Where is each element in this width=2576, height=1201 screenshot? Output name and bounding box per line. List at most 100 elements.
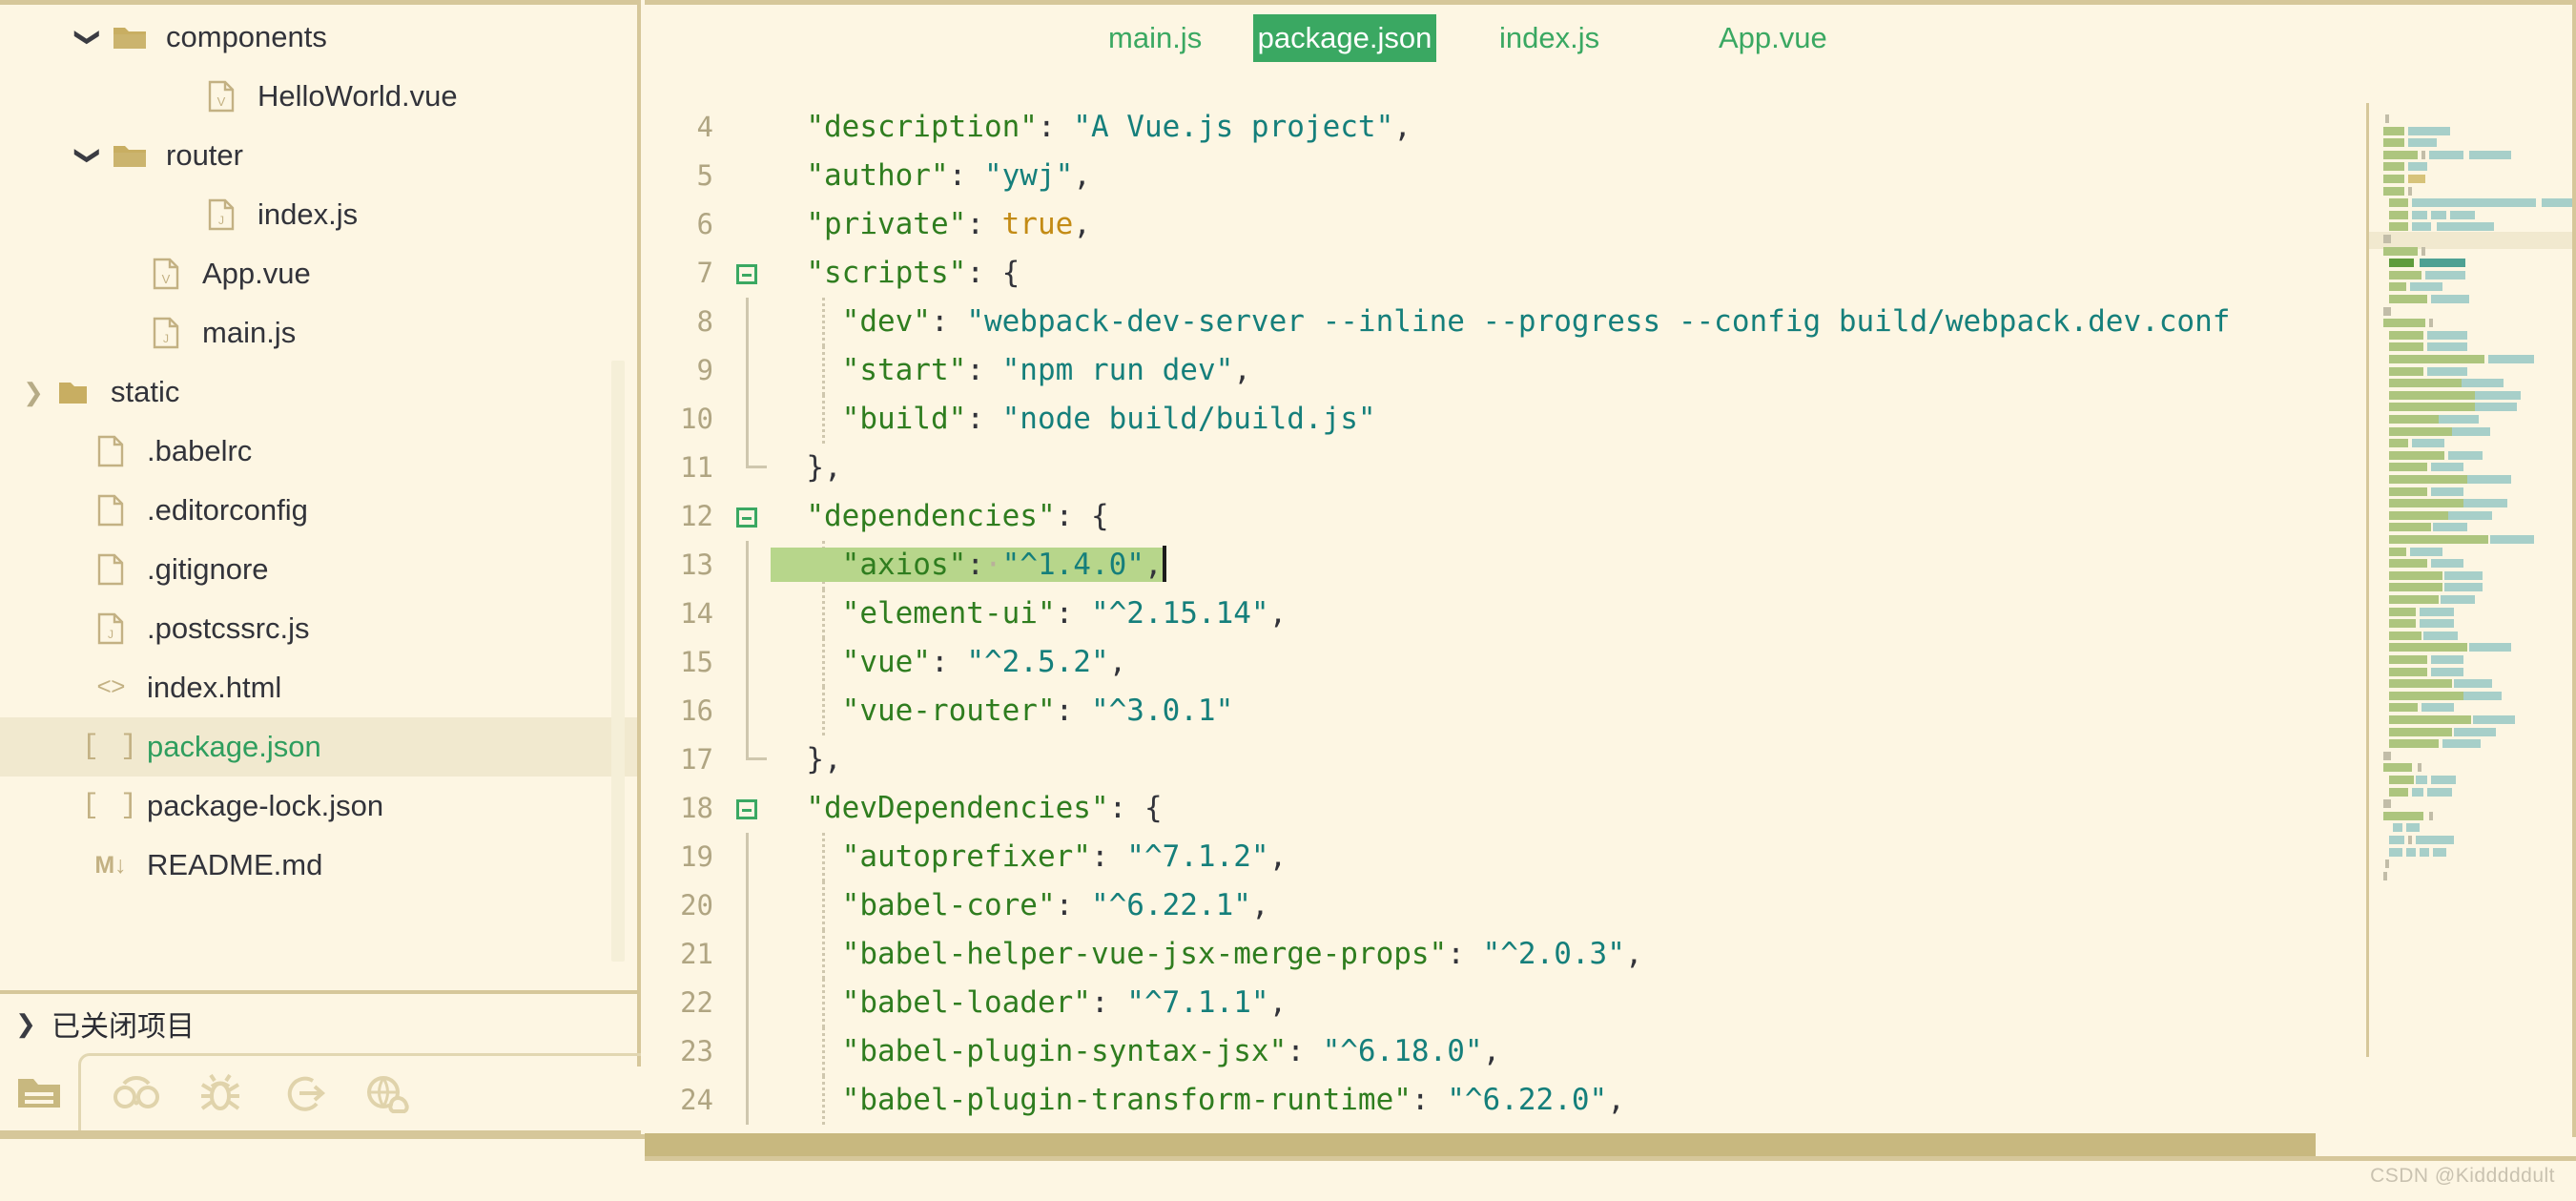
tree-item-router[interactable]: ❯ router xyxy=(0,126,641,185)
tree-item-package-json[interactable]: [ ] package.json xyxy=(0,717,641,777)
code-line[interactable]: 14 "element-ui": "^2.15.14", xyxy=(645,590,2576,638)
minimap-code-segment xyxy=(2389,655,2427,664)
code-line[interactable]: 16 "vue-router": "^3.0.1" xyxy=(645,687,2576,735)
code-line[interactable]: 21 "babel-helper-vue-jsx-merge-props": "… xyxy=(645,930,2576,979)
code-line[interactable]: 6 "private": true, xyxy=(645,200,2576,249)
tree-item-label: router xyxy=(166,138,243,172)
code-line[interactable]: 9 "start": "npm run dev", xyxy=(645,346,2576,395)
code-token: · xyxy=(983,548,1002,582)
tree-item-main-js[interactable]: Jmain.js xyxy=(0,303,641,362)
code-token: : xyxy=(1055,499,1091,533)
code-line[interactable]: 11 }, xyxy=(645,444,2576,492)
tree-item-index-js[interactable]: Jindex.js xyxy=(0,185,641,244)
tree-item-label: .gitignore xyxy=(147,552,269,586)
code-line[interactable]: 13 "axios":·"^1.4.0", xyxy=(645,541,2576,590)
editor-panel: main.js package.json index.js App.vue 4 "de… xyxy=(645,0,2576,1201)
code-line[interactable]: 7 "scripts": { xyxy=(645,249,2576,298)
code-line[interactable]: 22 "babel-loader": "^7.1.1", xyxy=(645,979,2576,1027)
fold-region-line xyxy=(746,541,749,590)
minimap-code-segment xyxy=(2406,847,2416,857)
project-file-tree[interactable]: ❯ components V HelloWorld.vue ❯ router Jinde… xyxy=(0,8,641,990)
code-line[interactable]: 12 "dependencies": { xyxy=(645,492,2576,541)
code-token: : xyxy=(1055,888,1091,922)
code-line[interactable]: 15 "vue": "^2.5.2", xyxy=(645,638,2576,687)
minimap-code-segment xyxy=(2389,463,2427,472)
code-token: "^1.4.0" xyxy=(1001,548,1144,582)
code-minimap[interactable] xyxy=(2366,103,2576,1133)
tree-item-app-vue[interactable]: V App.vue xyxy=(0,244,641,303)
twisty-placeholder xyxy=(52,557,88,582)
chevron-right-icon[interactable]: ❯ xyxy=(15,380,52,404)
tool-button-web-cloud[interactable] xyxy=(346,1056,430,1130)
fold-collapse-icon[interactable] xyxy=(736,507,757,528)
minimap-code-segment xyxy=(2389,379,2463,388)
tree-item-readme-md[interactable]: M↓ README.md xyxy=(0,836,641,895)
fold-collapse-icon[interactable] xyxy=(736,799,757,819)
fold-collapse-icon[interactable] xyxy=(736,264,757,284)
code-line[interactable]: 24 "babel-plugin-transform-runtime": "^6… xyxy=(645,1076,2576,1125)
code-line[interactable]: 8 "dev": "webpack-dev-server --inline --… xyxy=(645,298,2576,346)
tree-item-label: .babelrc xyxy=(147,434,253,467)
fold-region-end xyxy=(746,735,767,760)
editor-tab-index-js[interactable]: index.js xyxy=(1484,14,1615,62)
code-line[interactable]: 18 "devDependencies": { xyxy=(645,784,2576,833)
minimap-code-segment xyxy=(2389,619,2416,629)
sidebar-top-divider xyxy=(0,0,641,5)
tool-button-structure-search[interactable] xyxy=(94,1056,178,1130)
code-line[interactable]: 23 "babel-plugin-syntax-jsx": "^6.18.0", xyxy=(645,1027,2576,1076)
editor-tab-app-vue[interactable]: App.vue xyxy=(1703,14,1843,62)
code-line[interactable]: 4 "description": "A Vue.js project", xyxy=(645,103,2576,152)
tree-item-index-html[interactable]: <> index.html xyxy=(0,658,641,717)
code-token: "babel-plugin-transform-runtime" xyxy=(841,1083,1412,1117)
tree-item--editorconfig[interactable]: .editorconfig xyxy=(0,481,641,540)
folder-icon xyxy=(59,383,87,404)
editor-tab-bar[interactable]: main.js package.json index.js App.vue xyxy=(645,5,2576,72)
tool-button-run[interactable] xyxy=(262,1056,346,1130)
minimap-code-segment xyxy=(2427,330,2467,340)
code-token: , xyxy=(1268,985,1288,1020)
chevron-down-icon[interactable]: ❯ xyxy=(74,19,103,55)
code-token: "ywj" xyxy=(983,158,1074,193)
code-token: , xyxy=(1073,158,1091,193)
code-line[interactable]: 17 }, xyxy=(645,735,2576,784)
minimap-code-segment xyxy=(2488,355,2534,363)
editor-tab-main-js[interactable]: main.js xyxy=(1093,14,1217,62)
tree-item-components[interactable]: ❯ components xyxy=(0,8,641,67)
code-token: "^6.22.0" xyxy=(1447,1083,1608,1117)
closed-projects-section[interactable]: ❯ 已关闭项目 xyxy=(0,990,641,1053)
debug-bug-icon xyxy=(200,1073,240,1110)
horizontal-scrollbar-thumb[interactable] xyxy=(645,1133,2316,1156)
code-line[interactable]: 20 "babel-core": "^6.22.1", xyxy=(645,881,2576,930)
minimap-code-segment xyxy=(2389,403,2475,412)
minimap-code-segment xyxy=(2389,426,2452,436)
code-line[interactable]: 10 "build": "node build/build.js" xyxy=(645,395,2576,444)
code-token: : xyxy=(930,645,967,679)
vue-file-icon-wrap: V xyxy=(143,258,189,290)
code-line[interactable]: 19 "autoprefixer": "^7.1.2", xyxy=(645,833,2576,881)
tree-item-helloworld-vue[interactable]: V HelloWorld.vue xyxy=(0,67,641,126)
tool-button-project-files[interactable] xyxy=(0,1051,78,1132)
tree-item--postcssrc-js[interactable]: J .postcssrc.js xyxy=(0,599,641,658)
tool-button-debug[interactable] xyxy=(178,1056,262,1130)
editor-tab-package-json[interactable]: package.json xyxy=(1253,14,1436,62)
code-editor-content[interactable]: 4 "description": "A Vue.js project", 5 "a… xyxy=(645,103,2576,1133)
plain-file-icon xyxy=(97,553,124,586)
minimap-code-segment xyxy=(2389,607,2416,616)
markdown-file-icon: M↓ xyxy=(94,851,127,879)
line-number: 17 xyxy=(680,743,713,776)
code-line[interactable]: 5 "author": "ywj", xyxy=(645,152,2576,200)
minimap-code-segment xyxy=(2431,776,2456,784)
sidebar-scrollbar-thumb[interactable] xyxy=(611,361,625,962)
code-token: "author" xyxy=(806,158,949,193)
minimap-code-segment xyxy=(2383,126,2404,135)
tree-item-package-lock-json[interactable]: [ ] package-lock.json xyxy=(0,777,641,836)
chevron-down-icon[interactable]: ❯ xyxy=(74,137,103,174)
tree-item--babelrc[interactable]: .babelrc xyxy=(0,422,641,481)
tree-item-static[interactable]: ❯ static xyxy=(0,362,641,422)
tree-item--gitignore[interactable]: .gitignore xyxy=(0,540,641,599)
code-token: "scripts" xyxy=(806,256,967,290)
minimap-code-segment xyxy=(2420,259,2465,268)
minimap-code-segment xyxy=(2383,871,2387,880)
code-token: : xyxy=(1090,985,1127,1020)
